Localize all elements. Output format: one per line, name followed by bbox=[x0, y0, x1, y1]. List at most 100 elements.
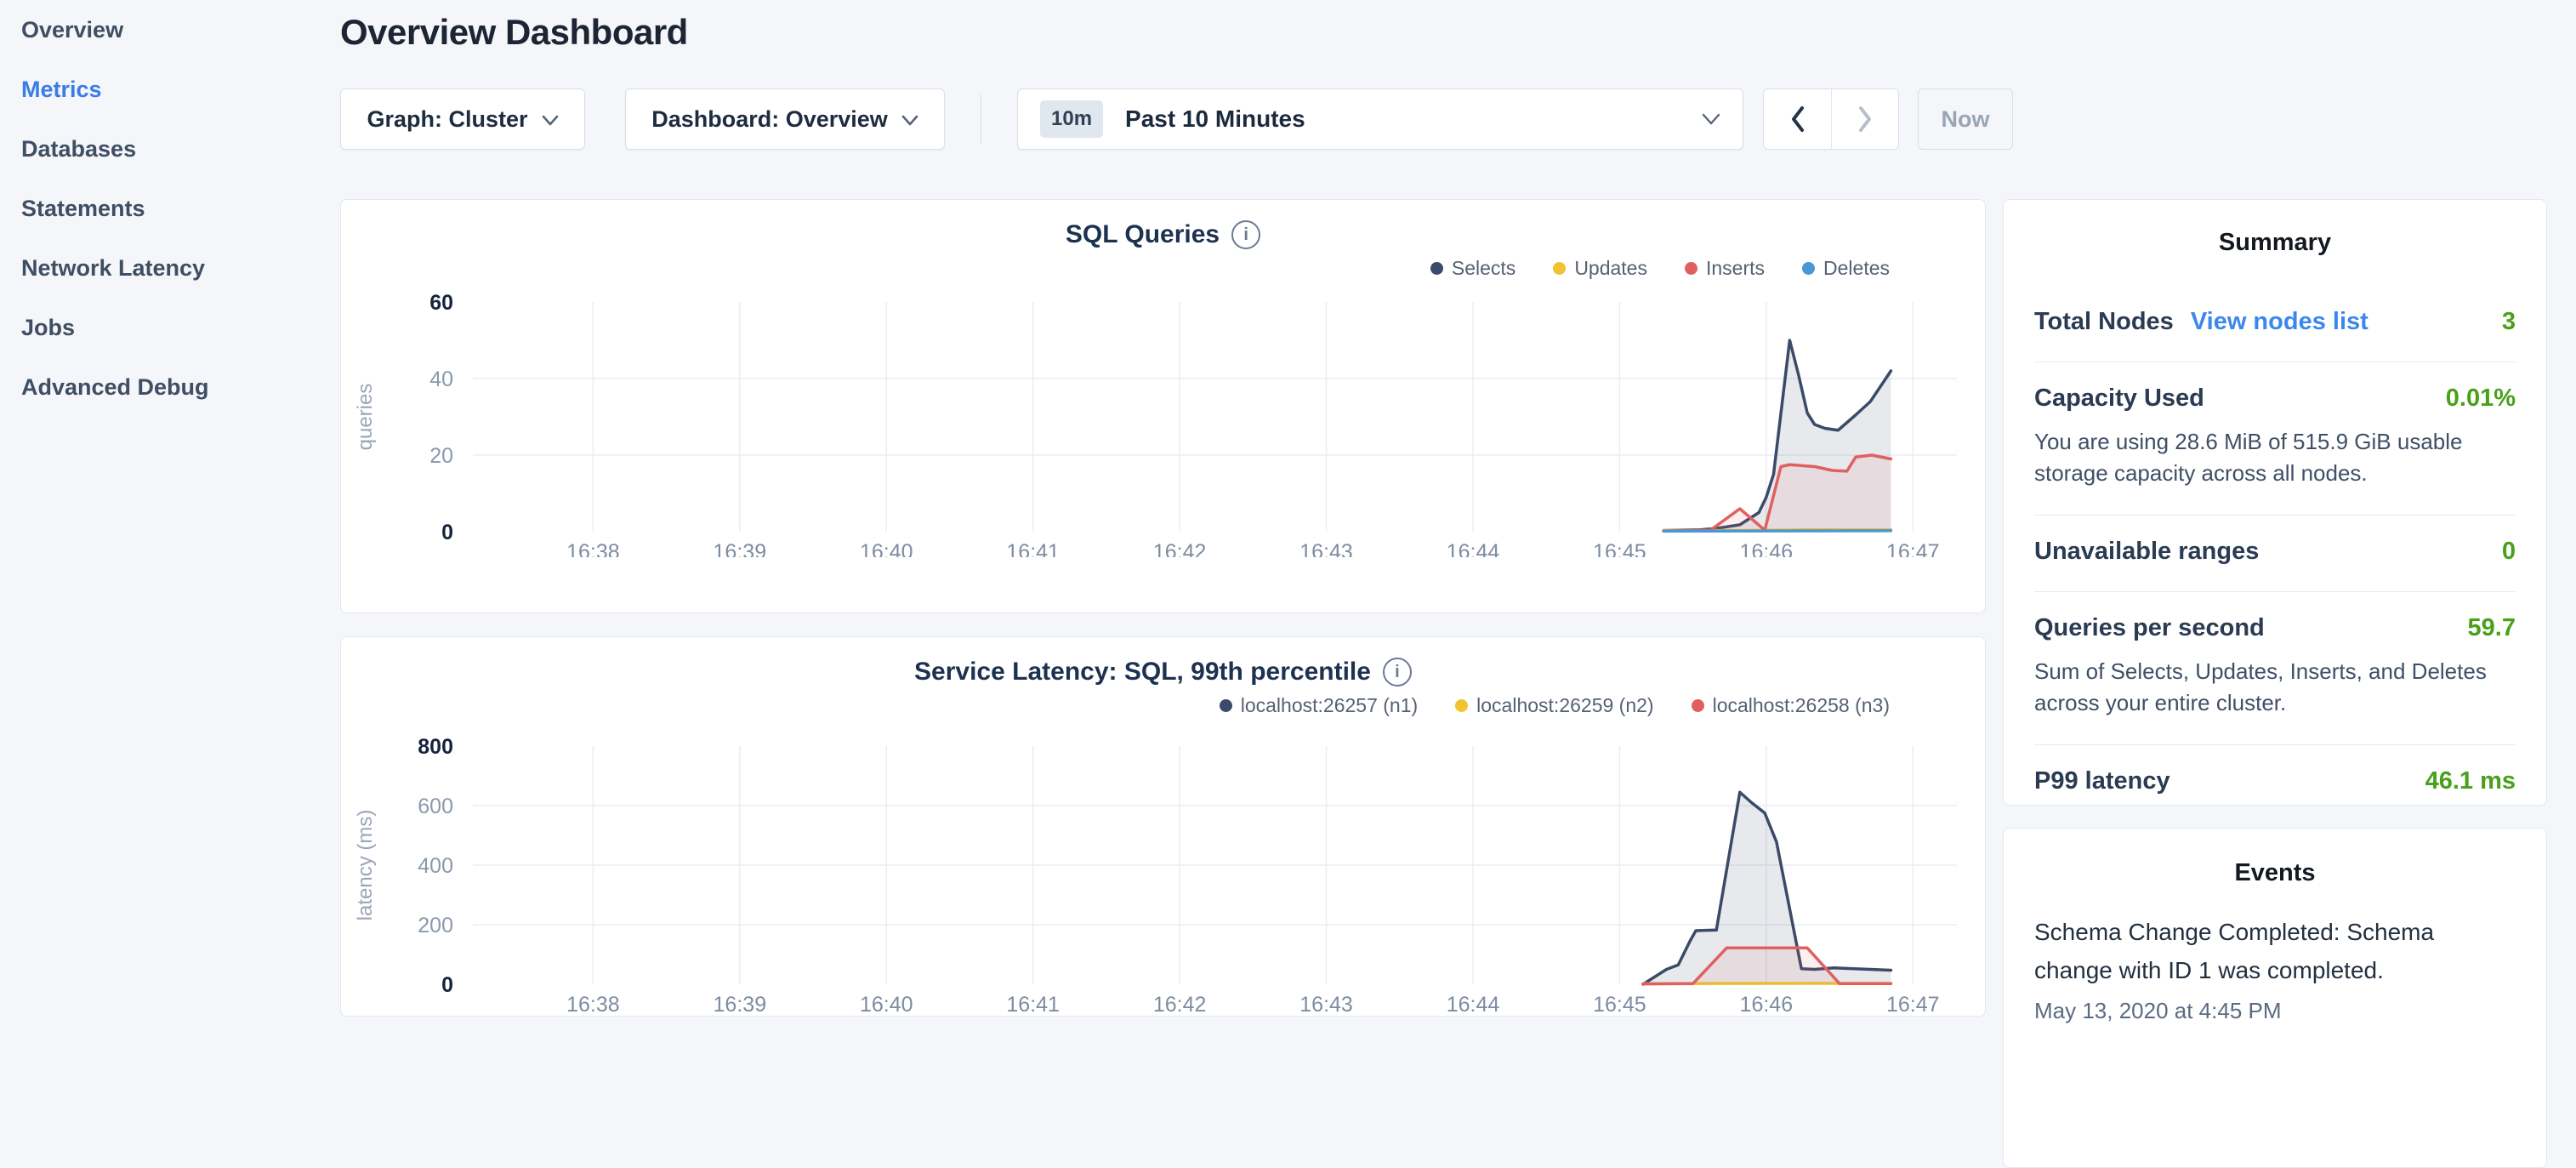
svg-text:latency (ms): latency (ms) bbox=[354, 810, 377, 921]
chart-title: Service Latency: SQL, 99th percentile bbox=[914, 658, 1371, 687]
svg-text:16:42: 16:42 bbox=[1153, 540, 1207, 557]
view-nodes-link[interactable]: View nodes list bbox=[2191, 308, 2368, 336]
svg-text:16:46: 16:46 bbox=[1740, 993, 1794, 1015]
summary-row-value: 3 bbox=[2502, 308, 2516, 336]
legend-item: Updates bbox=[1553, 257, 1647, 280]
event-item[interactable]: Schema Change Completed: Schema change w… bbox=[2034, 913, 2516, 1024]
sidebar: Overview Metrics Databases Statements Ne… bbox=[0, 0, 332, 1051]
summary-row-p99-latency: P99 latency 46.1 ms bbox=[2034, 745, 2516, 821]
svg-text:16:38: 16:38 bbox=[566, 993, 620, 1015]
graph-dropdown[interactable]: Graph: Cluster bbox=[340, 88, 585, 150]
svg-text:20: 20 bbox=[429, 444, 453, 468]
sidebar-item-advanced-debug[interactable]: Advanced Debug bbox=[21, 357, 332, 417]
dashboard-dropdown[interactable]: Dashboard: Overview bbox=[625, 88, 945, 150]
legend-dot-icon bbox=[1802, 262, 1815, 275]
svg-text:800: 800 bbox=[418, 735, 453, 759]
svg-text:40: 40 bbox=[429, 367, 453, 391]
latency-chart-card: Service Latency: SQL, 99th percentile i … bbox=[340, 636, 1986, 1017]
time-back-button[interactable] bbox=[1764, 89, 1831, 149]
svg-text:400: 400 bbox=[418, 854, 453, 878]
legend-dot-icon bbox=[1455, 699, 1468, 712]
svg-text:16:47: 16:47 bbox=[1886, 993, 1940, 1015]
summary-row-description: You are using 28.6 MiB of 515.9 GiB usab… bbox=[2034, 426, 2516, 489]
svg-text:queries: queries bbox=[354, 384, 377, 451]
legend-label: Inserts bbox=[1706, 257, 1765, 280]
event-text: Schema Change Completed: Schema change w… bbox=[2034, 913, 2516, 989]
legend-label: localhost:26257 (n1) bbox=[1241, 694, 1418, 717]
chart-legend: Selects Updates Inserts Deletes bbox=[341, 256, 1890, 280]
legend-dot-icon bbox=[1692, 699, 1704, 712]
legend-label: localhost:26259 (n2) bbox=[1476, 694, 1653, 717]
svg-text:0: 0 bbox=[441, 521, 453, 544]
time-range-dropdown[interactable]: 10m Past 10 Minutes bbox=[1017, 88, 1743, 150]
summary-row-capacity-used: Capacity Used 0.01% You are using 28.6 M… bbox=[2034, 362, 2516, 516]
side-column: Summary Total Nodes View nodes list 3 Ca… bbox=[2003, 199, 2547, 1168]
sidebar-item-jobs[interactable]: Jobs bbox=[21, 298, 332, 357]
summary-row-queries-per-second: Queries per second 59.7 Sum of Selects, … bbox=[2034, 592, 2516, 745]
sql-queries-chart-card: SQL Queries i SelectsUpdatesInsertsDelet… bbox=[340, 199, 1986, 613]
svg-text:16:39: 16:39 bbox=[714, 540, 767, 557]
chevron-down-icon bbox=[1702, 113, 1720, 126]
sidebar-item-overview[interactable]: Overview bbox=[21, 0, 332, 60]
legend-item: Deletes bbox=[1802, 257, 1890, 280]
dashboard-content: SQL Queries i SelectsUpdatesInsertsDelet… bbox=[340, 199, 2552, 1168]
svg-text:16:45: 16:45 bbox=[1593, 993, 1646, 1015]
main-content: Overview Dashboard Graph: Cluster Dashbo… bbox=[332, 0, 2576, 1051]
svg-text:16:38: 16:38 bbox=[566, 540, 620, 557]
chevron-down-icon bbox=[542, 115, 559, 127]
legend-label: Selects bbox=[1452, 257, 1515, 280]
summary-row-label: P99 latency bbox=[2034, 767, 2170, 795]
svg-text:16:47: 16:47 bbox=[1886, 540, 1940, 557]
summary-title: Summary bbox=[2034, 229, 2516, 257]
time-forward-button[interactable] bbox=[1831, 89, 1898, 149]
svg-text:16:44: 16:44 bbox=[1447, 993, 1500, 1015]
summary-row-value: 0 bbox=[2502, 538, 2516, 566]
svg-text:0: 0 bbox=[441, 973, 453, 997]
legend-dot-icon bbox=[1220, 699, 1232, 712]
sidebar-item-databases[interactable]: Databases bbox=[21, 119, 332, 179]
svg-text:16:43: 16:43 bbox=[1299, 540, 1353, 557]
summary-row-description: Sum of Selects, Updates, Inserts, and De… bbox=[2034, 656, 2516, 719]
info-icon[interactable]: i bbox=[1383, 658, 1412, 687]
chevron-down-icon bbox=[901, 115, 918, 127]
sidebar-item-metrics[interactable]: Metrics bbox=[21, 60, 332, 119]
svg-text:16:39: 16:39 bbox=[714, 993, 767, 1015]
sidebar-item-network-latency[interactable]: Network Latency bbox=[21, 238, 332, 298]
time-range-badge: 10m bbox=[1040, 100, 1103, 138]
summary-row-total-nodes: Total Nodes View nodes list 3 bbox=[2034, 286, 2516, 362]
svg-text:16:45: 16:45 bbox=[1593, 540, 1646, 557]
summary-row-value: 0.01% bbox=[2446, 385, 2516, 413]
summary-rows: Total Nodes View nodes list 3 Capacity U… bbox=[2034, 286, 2516, 821]
legend-label: localhost:26258 (n3) bbox=[1713, 694, 1890, 717]
svg-text:200: 200 bbox=[418, 914, 453, 937]
now-button[interactable]: Now bbox=[1918, 88, 2013, 150]
legend-dot-icon bbox=[1430, 262, 1443, 275]
summary-row-value: 46.1 ms bbox=[2425, 767, 2516, 795]
legend-item: Selects bbox=[1430, 257, 1515, 280]
info-icon[interactable]: i bbox=[1231, 220, 1260, 249]
legend-label: Deletes bbox=[1823, 257, 1890, 280]
legend-dot-icon bbox=[1553, 262, 1566, 275]
sidebar-item-statements[interactable]: Statements bbox=[21, 179, 332, 238]
legend-item: localhost:26257 (n1) bbox=[1220, 694, 1418, 717]
svg-text:16:41: 16:41 bbox=[1006, 540, 1060, 557]
summary-row-label: Capacity Used bbox=[2034, 385, 2204, 413]
chart-title-row: Service Latency: SQL, 99th percentile i bbox=[341, 658, 1985, 687]
page-title: Overview Dashboard bbox=[340, 12, 2552, 53]
svg-text:16:41: 16:41 bbox=[1006, 993, 1060, 1015]
latency-chart: 16:3816:3916:4016:4116:4216:4316:4416:45… bbox=[341, 729, 1985, 1015]
svg-text:16:44: 16:44 bbox=[1447, 540, 1500, 557]
events-panel: Events Schema Change Completed: Schema c… bbox=[2003, 828, 2547, 1168]
legend-item: localhost:26259 (n2) bbox=[1455, 694, 1653, 717]
svg-text:600: 600 bbox=[418, 795, 453, 818]
chevron-right-icon bbox=[1854, 105, 1876, 134]
time-pager bbox=[1763, 88, 1899, 150]
time-range-label: Past 10 Minutes bbox=[1125, 105, 1702, 133]
svg-text:16:40: 16:40 bbox=[860, 540, 913, 557]
event-timestamp: May 13, 2020 at 4:45 PM bbox=[2034, 998, 2516, 1024]
legend-dot-icon bbox=[1685, 262, 1697, 275]
summary-row-unavailable-ranges: Unavailable ranges 0 bbox=[2034, 516, 2516, 592]
summary-row-label: Unavailable ranges bbox=[2034, 538, 2259, 566]
summary-row-value: 59.7 bbox=[2468, 614, 2516, 642]
svg-text:16:43: 16:43 bbox=[1299, 993, 1353, 1015]
